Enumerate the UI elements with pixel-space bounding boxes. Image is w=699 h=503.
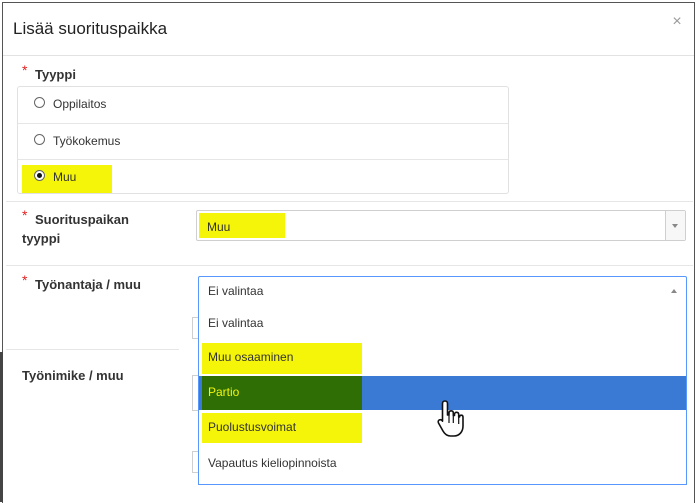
dropdown-option-muu-osaaminen[interactable]: Muu osaaminen <box>199 341 686 375</box>
option-label: Vapautus kieliopinnoista <box>208 456 337 470</box>
select-value: Ei valintaa <box>208 284 264 298</box>
required-marker: * <box>22 62 28 78</box>
dropdown-option-vapautus-kieliopinnoista[interactable]: Vapautus kieliopinnoista <box>199 447 686 481</box>
divider <box>6 349 179 350</box>
window-edge <box>0 352 3 502</box>
tyonimike-label: Työnimike / muu <box>22 368 124 383</box>
modal-title: Lisää suorituspaikka <box>13 19 168 38</box>
option-label: Partio <box>208 385 240 399</box>
radio-label: Työkokemus <box>53 134 121 148</box>
select-value: Muu <box>207 220 231 234</box>
tyonantaja-select[interactable]: Ei valintaa <box>198 276 687 304</box>
radio-button-icon[interactable] <box>34 97 45 108</box>
divider <box>6 265 693 266</box>
tyonantaja-label: Työnantaja / muu <box>35 277 141 292</box>
chevron-up-icon <box>671 289 677 293</box>
required-marker: * <box>22 272 28 288</box>
radio-button-checked-icon[interactable] <box>34 170 45 181</box>
tyonantaja-dropdown-list: Ei valintaa Muu osaaminen Partio Puolust… <box>198 303 687 485</box>
radio-button-icon[interactable] <box>34 134 45 145</box>
tyyppi-label: Tyyppi <box>35 67 76 82</box>
radio-label: Muu <box>53 170 77 184</box>
dropdown-option-ei-valintaa[interactable]: Ei valintaa <box>199 307 686 341</box>
radio-option-oppilaitos[interactable]: Oppilaitos <box>18 87 508 123</box>
option-label: Muu osaaminen <box>208 350 294 364</box>
suorituspaikan-tyyppi-label: Suorituspaikan <box>35 212 129 227</box>
tyyppi-radio-group: Oppilaitos Työkokemus Muu <box>17 86 509 194</box>
modal-header: Lisää suorituspaikka × <box>3 3 694 56</box>
hand-pointer-icon <box>437 400 464 437</box>
radio-option-tyokokemus[interactable]: Työkokemus <box>18 123 508 159</box>
radio-option-muu[interactable]: Muu <box>18 159 508 195</box>
divider <box>6 201 693 202</box>
suorituspaikan-tyyppi-label-line2: tyyppi <box>22 231 61 246</box>
select-arrow[interactable] <box>665 211 685 240</box>
suorituspaikan-tyyppi-select[interactable]: Muu <box>196 210 686 241</box>
radio-label: Oppilaitos <box>53 97 107 111</box>
option-label: Puolustusvoimat <box>208 420 297 434</box>
option-label: Ei valintaa <box>208 316 264 330</box>
close-icon[interactable]: × <box>668 13 686 31</box>
chevron-down-icon <box>672 224 678 228</box>
required-marker: * <box>22 207 28 223</box>
